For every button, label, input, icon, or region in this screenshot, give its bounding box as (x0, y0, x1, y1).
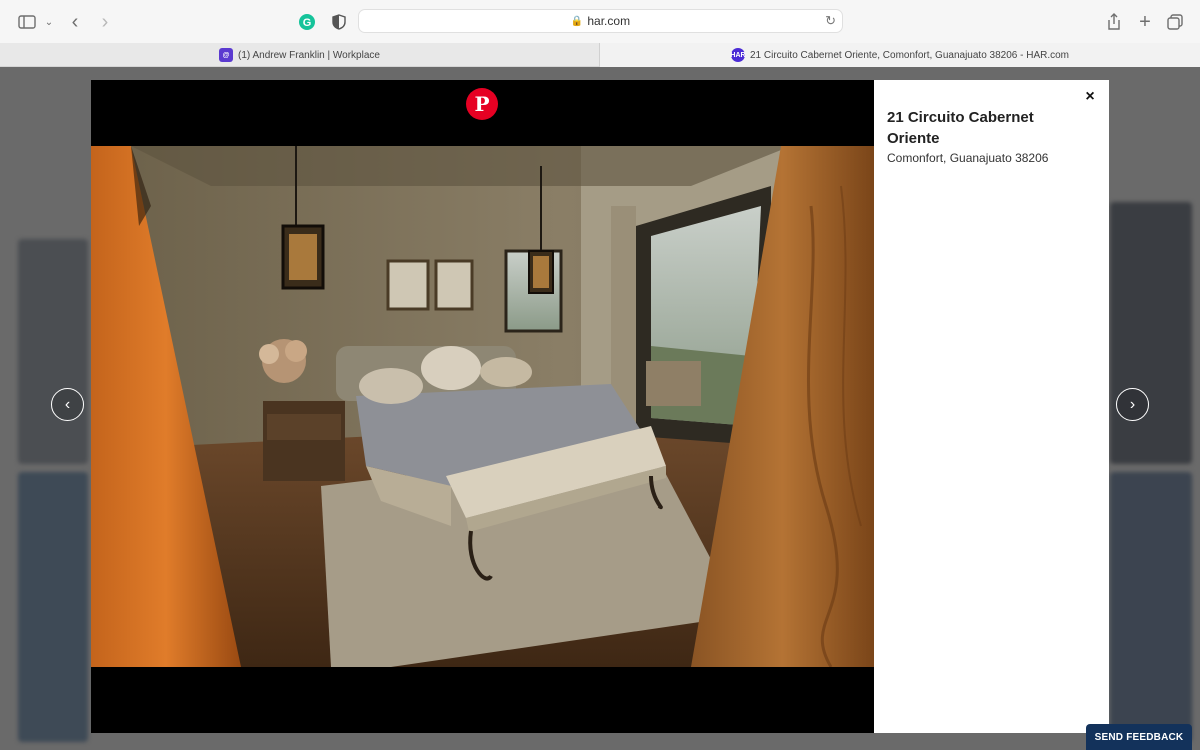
chevron-right-icon: › (1129, 395, 1136, 413)
har-icon: HAR (730, 48, 746, 62)
background-photo-tile (18, 472, 88, 742)
listing-location: Comonfort, Guanajuato 38206 (887, 151, 1049, 165)
photo-modal: P × 21 Circuito Cabernet Oriente Comonfo… (91, 80, 1109, 733)
pinterest-save-button[interactable]: P (466, 88, 498, 120)
send-feedback-button[interactable]: SEND FEEDBACK (1086, 724, 1192, 750)
address-bar[interactable]: 🔒 har.com ↻ (358, 9, 843, 33)
new-tab-icon[interactable]: + (1134, 11, 1156, 33)
back-icon[interactable]: ‹ (64, 11, 86, 33)
forward-icon[interactable]: › (94, 11, 116, 33)
sidebar-icon[interactable] (16, 11, 38, 33)
chevron-down-icon[interactable]: ⌄ (38, 11, 60, 33)
listing-info-panel: × 21 Circuito Cabernet Oriente Comonfort… (874, 80, 1109, 733)
pinterest-icon: P (474, 92, 490, 116)
grammarly-icon[interactable]: G (296, 11, 318, 33)
background-photo-tile (1110, 202, 1192, 464)
lock-icon: 🔒 (570, 15, 584, 27)
tab-bar: @ (1) Andrew Franklin | Workplace HAR 21… (0, 43, 1200, 67)
photo-viewer: P (91, 80, 874, 733)
tabs-overview-icon[interactable] (1164, 11, 1186, 33)
share-icon[interactable] (1103, 11, 1125, 33)
background-photo-tile (1110, 472, 1192, 742)
listing-title: 21 Circuito Cabernet Oriente (887, 109, 1034, 147)
close-modal-button[interactable]: × (1081, 88, 1099, 106)
chevron-left-icon: ‹ (64, 395, 71, 413)
browser-toolbar: ⌄ ‹ › G 🔒 har.com ↻ + (0, 0, 1200, 43)
tab-label: 21 Circuito Cabernet Oriente, Comonfort,… (749, 49, 1070, 61)
tab-label: (1) Andrew Franklin | Workplace (238, 49, 380, 61)
workplace-icon: @ (219, 48, 234, 62)
previous-photo-button[interactable]: ‹ (51, 388, 84, 421)
reload-icon[interactable]: ↻ (825, 13, 836, 29)
shield-icon[interactable] (328, 11, 350, 33)
listing-photo (91, 146, 874, 667)
tab-workplace[interactable]: @ (1) Andrew Franklin | Workplace (0, 43, 600, 67)
tab-har[interactable]: HAR 21 Circuito Cabernet Oriente, Comonf… (600, 43, 1200, 67)
url-text: har.com (587, 14, 631, 28)
next-photo-button[interactable]: › (1116, 388, 1149, 421)
background-photo-tile (18, 239, 88, 464)
svg-text:G: G (303, 17, 312, 29)
close-icon: × (1085, 88, 1095, 105)
